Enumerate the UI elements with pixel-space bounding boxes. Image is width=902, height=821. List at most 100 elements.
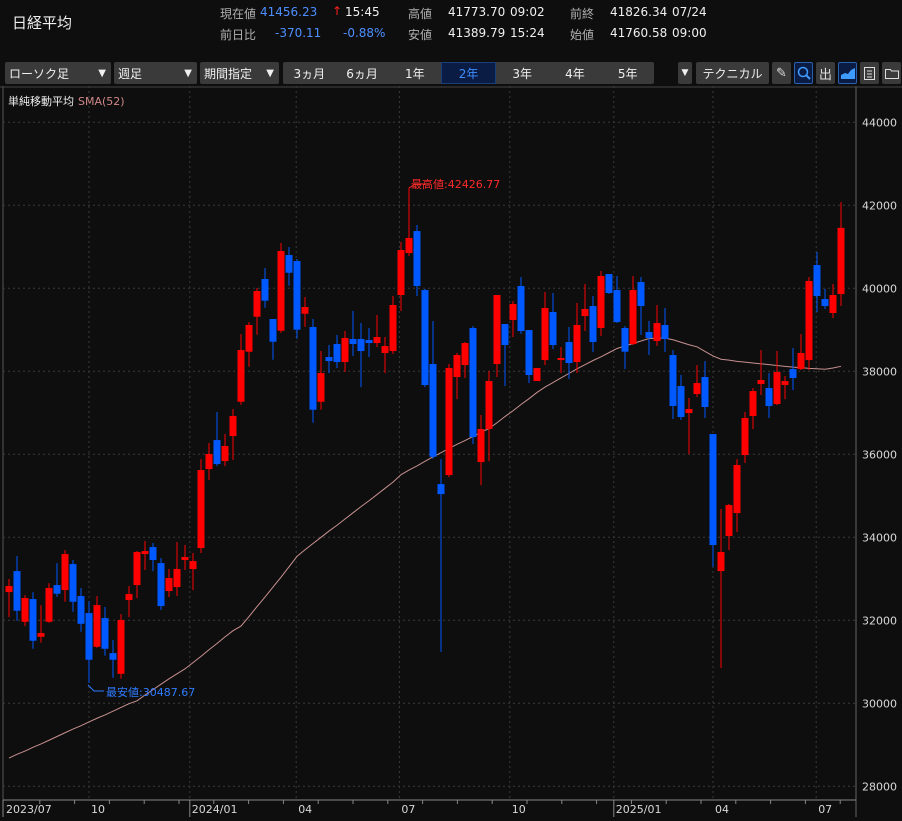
- candle-down: [605, 274, 613, 294]
- period-2y-button[interactable]: 2年: [441, 62, 496, 84]
- up-arrow-icon: ↑: [332, 4, 343, 18]
- candle-up: [381, 346, 389, 354]
- price-chart[interactable]: 28000 30000 32000 34000 36000 38000 40000 42000…: [0, 86, 902, 817]
- candle-up: [581, 309, 589, 317]
- candle-down: [589, 306, 597, 343]
- period-4y-button[interactable]: 4年: [549, 62, 602, 84]
- candle-up: [37, 633, 45, 637]
- interval-select[interactable]: 週足 ▼: [114, 62, 197, 84]
- candle-down: [77, 596, 85, 624]
- low-arrow-icon: [87, 684, 104, 692]
- area-chart-icon[interactable]: [838, 62, 857, 84]
- candle-up: [373, 337, 381, 344]
- candle-down: [501, 324, 509, 346]
- save-icon[interactable]: [860, 62, 879, 84]
- candle-down: [29, 599, 37, 641]
- candle-down: [661, 325, 669, 340]
- candle-down: [701, 377, 709, 408]
- candle-down: [101, 618, 109, 649]
- candle-down: [637, 282, 645, 307]
- candle-up: [165, 578, 173, 592]
- candle-up: [725, 505, 733, 537]
- prev-close-label: 前終: [570, 7, 595, 21]
- period-6m-button[interactable]: 6ヵ月: [336, 62, 389, 84]
- candle-up: [597, 276, 605, 329]
- zoom-icon[interactable]: [794, 62, 813, 84]
- candle-up: [181, 557, 189, 561]
- all-time-low-annotation: 最安値:30487.67: [106, 686, 196, 699]
- candle-down: [213, 440, 221, 465]
- high-time: 09:02: [510, 5, 545, 19]
- period-mode-select[interactable]: 期間指定 ▼: [200, 62, 279, 84]
- candle-up: [797, 353, 805, 370]
- candle-down: [821, 299, 829, 307]
- x-tick-label: 2025/01: [616, 803, 662, 816]
- candle-up: [685, 409, 693, 414]
- candle-up: [197, 470, 205, 549]
- candle-up: [805, 281, 813, 361]
- candle-down: [469, 328, 477, 438]
- candle-up: [117, 620, 125, 674]
- candle-up: [277, 251, 285, 331]
- candle-up: [317, 373, 325, 402]
- all-time-high-annotation: 最高値:42426.77: [411, 178, 501, 191]
- open-label: 始値: [570, 28, 595, 42]
- indicator-legend: 単純移動平均 SMA(52): [8, 93, 125, 109]
- y-tick-label: 32000: [862, 614, 897, 627]
- candle-up: [125, 594, 133, 601]
- candle-down: [645, 332, 653, 339]
- x-tick-label: 2024/01: [192, 803, 238, 816]
- dropdown-arrow-icon: ▼: [681, 68, 689, 78]
- instrument-title: 日経平均: [12, 14, 73, 32]
- candle-down: [709, 434, 717, 546]
- low-time: 15:24: [510, 26, 545, 40]
- candle-down: [365, 340, 373, 344]
- folder-icon[interactable]: [882, 62, 901, 84]
- candle-up: [533, 368, 541, 382]
- y-tick-label: 28000: [862, 780, 897, 793]
- candle-down: [669, 355, 677, 407]
- candle-up: [477, 429, 485, 463]
- high-label: 高値: [408, 7, 433, 21]
- period-5y-button[interactable]: 5年: [601, 62, 654, 84]
- pencil-icon[interactable]: ✎: [772, 62, 791, 84]
- x-tick-label: 04: [715, 803, 729, 816]
- candle-down: [549, 312, 557, 346]
- technical-button[interactable]: テクニカル: [696, 62, 769, 84]
- candle-down: [621, 328, 629, 352]
- volume-icon[interactable]: 出: [816, 62, 835, 84]
- prev-close-value: 41826.34: [610, 5, 668, 19]
- change-value: -370.11: [275, 26, 322, 40]
- candle-up: [461, 343, 469, 366]
- period-3m-button[interactable]: 3ヵ月: [283, 62, 336, 84]
- candle-down: [53, 585, 61, 594]
- candle-down: [261, 279, 269, 301]
- candle-down: [421, 290, 429, 386]
- current-price-value: 41456.23: [260, 5, 318, 19]
- more-dropdown-button[interactable]: ▼: [678, 62, 692, 84]
- y-tick-label: 44000: [862, 116, 897, 129]
- candle-up: [189, 561, 197, 570]
- y-tick-label: 36000: [862, 448, 897, 461]
- candle-up: [93, 605, 101, 647]
- open-value: 41760.58: [610, 26, 668, 40]
- candle-up: [397, 250, 405, 296]
- period-1y-button[interactable]: 1年: [388, 62, 441, 84]
- candle-up: [717, 552, 725, 572]
- candle-up: [237, 350, 245, 402]
- candle-down: [69, 564, 77, 602]
- candle-down: [333, 344, 341, 363]
- y-tick-label: 38000: [862, 365, 897, 378]
- candle-down: [325, 357, 333, 362]
- period-3y-button[interactable]: 3年: [496, 62, 549, 84]
- low-label: 安値: [408, 28, 433, 42]
- chart-type-value: ローソク足: [9, 66, 70, 81]
- x-tick-label: 2023/07: [6, 803, 52, 816]
- candle-up: [389, 305, 397, 352]
- candle-down: [109, 653, 117, 660]
- candle-up: [749, 391, 757, 417]
- x-tick-label: 10: [512, 803, 526, 816]
- period-mode-value: 期間指定: [204, 66, 253, 81]
- chart-type-select[interactable]: ローソク足 ▼: [5, 62, 111, 84]
- candle-up: [829, 295, 837, 314]
